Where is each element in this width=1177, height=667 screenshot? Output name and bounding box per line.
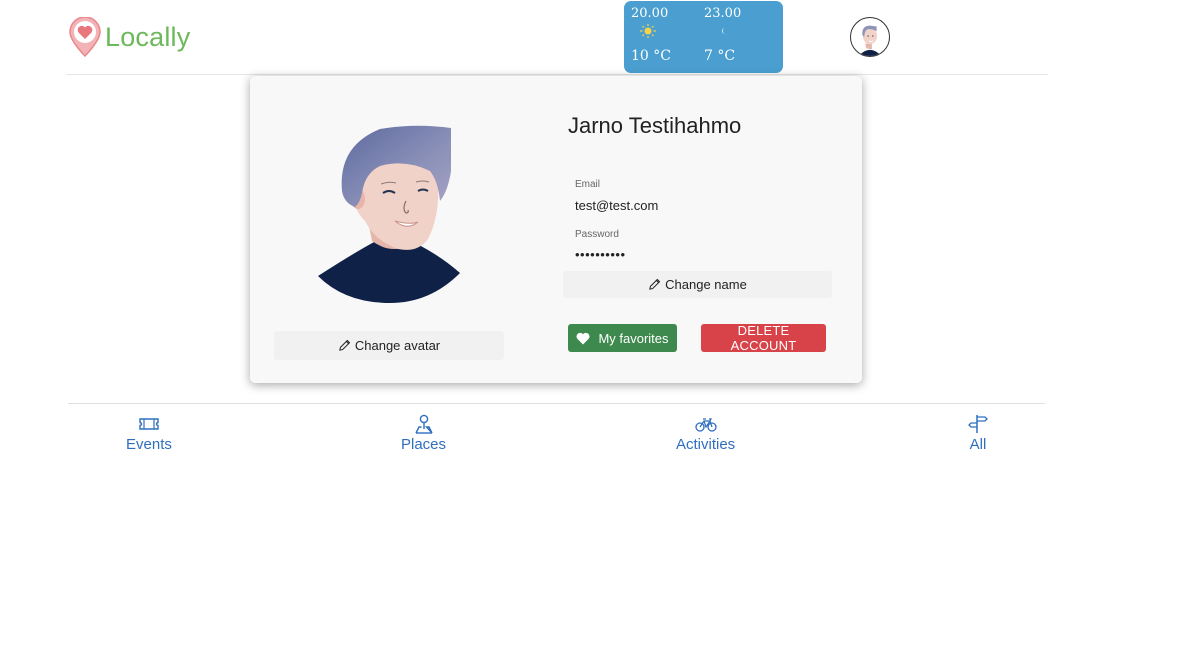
email-label: Email xyxy=(575,179,601,190)
profile-name: Jarno Testihahmo xyxy=(568,113,742,138)
weather-time: 20.00 xyxy=(631,6,669,21)
nav-label-events: Events xyxy=(126,436,172,453)
nav-label-all: All xyxy=(969,436,987,453)
pencil-icon xyxy=(339,339,351,351)
delete-account-button[interactable]: DELETE ACCOUNT xyxy=(701,323,826,353)
header-divider xyxy=(66,74,1048,75)
weather-temp: 10 °C xyxy=(631,48,671,64)
pencil-icon xyxy=(649,278,661,290)
user-avatar-button[interactable] xyxy=(850,17,890,57)
ticket-icon xyxy=(139,418,159,430)
sun-icon xyxy=(639,24,657,42)
nav-item-events[interactable]: Events xyxy=(126,414,172,453)
profile-avatar-illustration xyxy=(318,125,460,303)
heart-icon xyxy=(576,332,590,344)
delete-account-label: DELETE ACCOUNT xyxy=(730,323,797,353)
email-value: test@test.com xyxy=(575,198,659,213)
change-name-button[interactable]: Change name xyxy=(563,271,832,298)
map-pin-person-icon xyxy=(414,414,433,434)
password-value: •••••••••• xyxy=(575,247,626,262)
my-favorites-label: My favorites xyxy=(598,330,669,346)
heart-pin-icon xyxy=(69,17,101,57)
password-label: Password xyxy=(575,229,619,240)
logo-text: Locally xyxy=(105,21,191,52)
avatar-image xyxy=(858,25,882,56)
nav-label-places: Places xyxy=(401,436,447,453)
nav-divider xyxy=(68,403,1045,404)
weather-time: 23.00 xyxy=(704,6,742,21)
my-favorites-button[interactable]: My favorites xyxy=(568,324,677,352)
nav-item-places[interactable]: Places xyxy=(401,414,446,453)
nav-item-activities[interactable]: Activities xyxy=(676,414,735,453)
change-name-label: Change name xyxy=(665,277,747,292)
logo[interactable]: Locally xyxy=(68,17,190,57)
nav-label-activities: Activities xyxy=(676,436,736,453)
weather-temp: 7 °C xyxy=(704,48,736,64)
moon-icon xyxy=(712,24,730,42)
weather-widget: 20.00 10 °C 23.00 7 °C xyxy=(624,1,783,73)
bicycle-icon xyxy=(694,418,717,432)
signpost-icon xyxy=(968,415,988,433)
change-avatar-label: Change avatar xyxy=(354,338,441,353)
profile-card: Change avatar Jarno Testihahmo Email tes… xyxy=(250,76,862,383)
nav-item-all[interactable]: All xyxy=(967,414,989,453)
change-avatar-button[interactable]: Change avatar xyxy=(274,331,504,360)
